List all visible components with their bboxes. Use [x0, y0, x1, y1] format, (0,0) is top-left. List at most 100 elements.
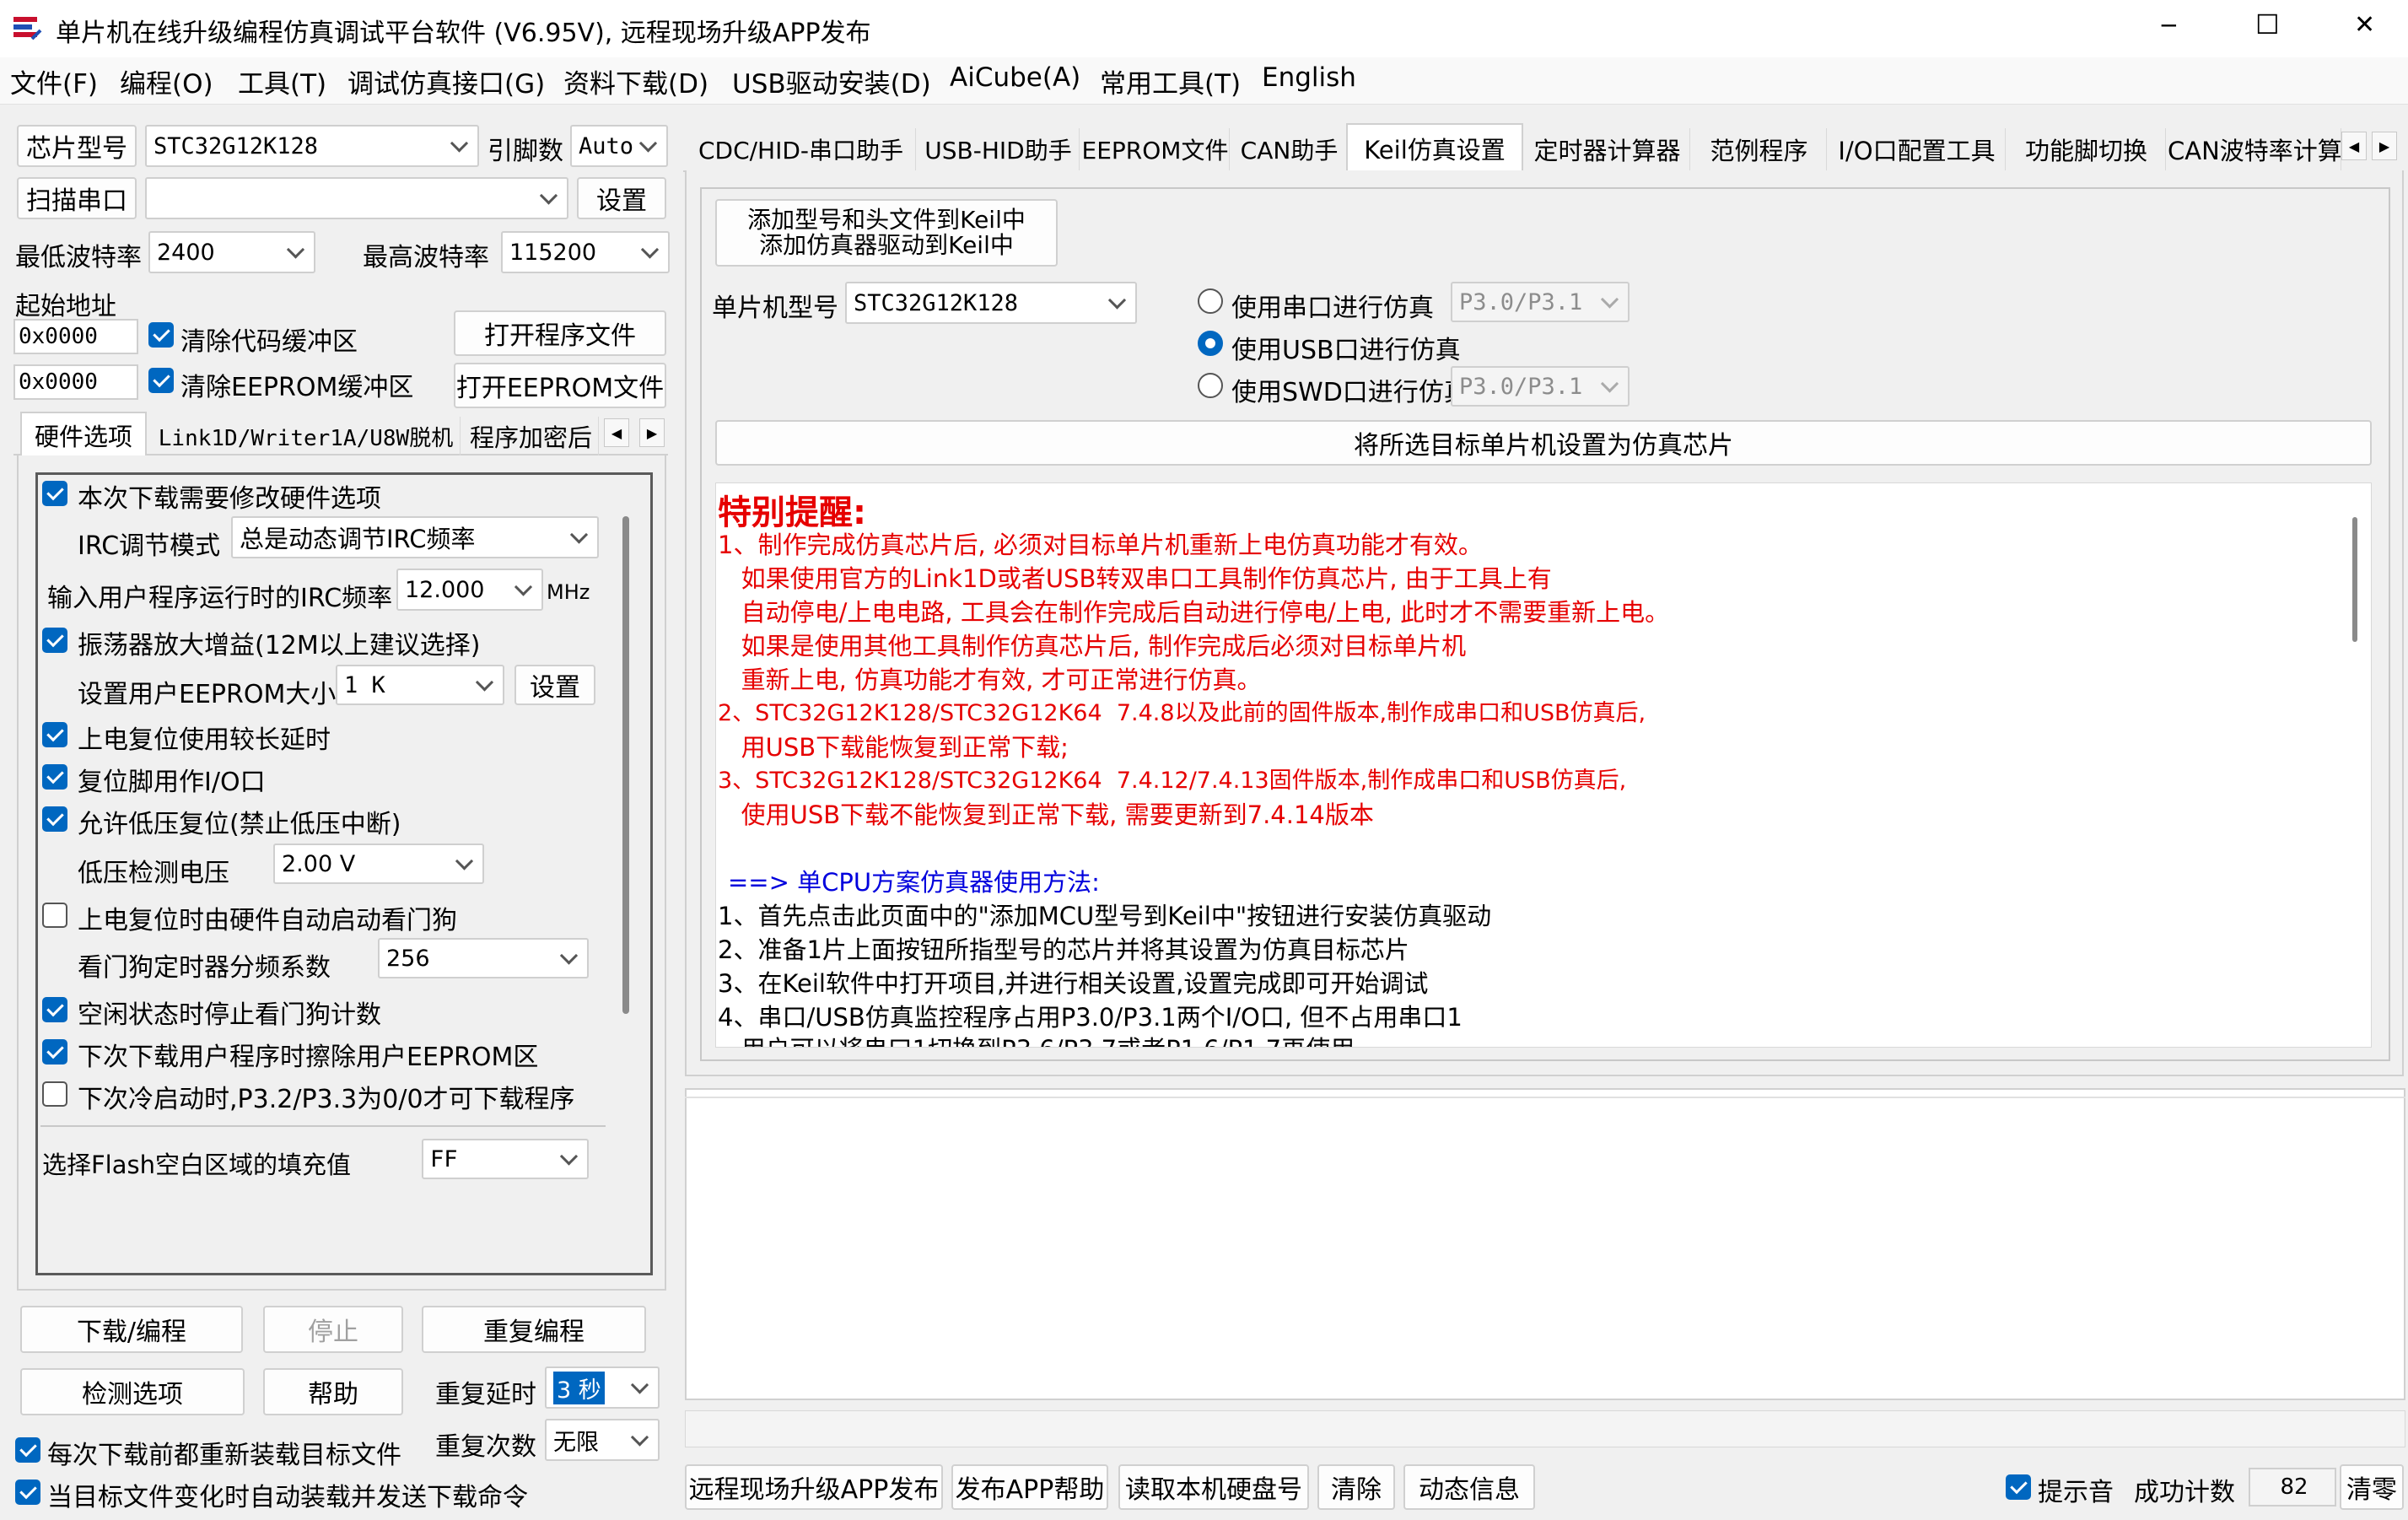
tab-can-helper[interactable]: CAN助手 — [1231, 128, 1348, 170]
eeprom-size-select[interactable]: 1 K — [336, 665, 504, 705]
max-baud-select[interactable]: 115200 — [501, 231, 670, 273]
sim-swd-port-select[interactable]: P3.0/P3.1 — [1451, 366, 1630, 407]
menu-debug[interactable]: 调试仿真接口(G) — [347, 62, 545, 100]
read-disk-id-button[interactable]: 读取本机硬盘号 — [1118, 1464, 1309, 1510]
pin-count-select[interactable]: Auto — [570, 125, 668, 167]
wdt-div-select[interactable]: 256 — [378, 938, 589, 978]
scan-port-button[interactable]: 扫描串口 — [17, 177, 137, 219]
port-select[interactable] — [145, 177, 568, 219]
notice-red-line: 3、STC32G12K128/STC32G12K64 7.4.12/7.4.13… — [718, 768, 1627, 794]
add-to-keil-button[interactable]: 添加型号和头文件到Keil中 添加仿真器驱动到Keil中 — [715, 199, 1058, 267]
eeprom-size-set-button[interactable]: 设置 — [514, 665, 595, 705]
remote-app-publish-button[interactable]: 远程现场升级APP发布 — [685, 1464, 943, 1510]
stop-button[interactable]: 停止 — [263, 1306, 403, 1353]
beep-checkbox[interactable] — [2006, 1474, 2031, 1500]
menu-aicube[interactable]: AiCube(A) — [950, 62, 1080, 93]
tab-scroll-right-icon[interactable]: ▶ — [639, 418, 665, 447]
hw-scrollbar[interactable] — [622, 516, 629, 1014]
wdt-idle-stop-checkbox[interactable] — [42, 997, 67, 1022]
sim-swd-label: 使用SWD口进行仿真 — [1231, 378, 1469, 407]
notice-black-line: 1、首先点击此页面中的"添加MCU型号到Keil中"按钮进行安装仿真驱动 — [718, 902, 1492, 930]
long-delay-checkbox[interactable] — [42, 722, 67, 747]
add-keil-line1: 添加型号和头文件到Keil中 — [747, 206, 1026, 234]
tab-program-encrypt[interactable]: 程序加密后 — [464, 417, 599, 455]
close-icon[interactable]: ✕ — [2354, 10, 2375, 40]
clear-eeprom-buffer-checkbox[interactable] — [148, 368, 174, 393]
tab-cdc-hid-serial[interactable]: CDC/HID-串口助手 — [687, 128, 916, 170]
mcu-model-select[interactable]: STC32G12K128 — [845, 282, 1137, 324]
modify-hw-checkbox[interactable] — [42, 481, 67, 506]
reprogram-button[interactable]: 重复编程 — [422, 1306, 646, 1353]
lvd-select[interactable]: 2.00 V — [273, 844, 484, 884]
tab-examples[interactable]: 范例程序 — [1692, 128, 1827, 170]
tab-can-baud[interactable]: CAN波特率计算 — [2168, 128, 2341, 170]
tab-usb-hid[interactable]: USB-HID助手 — [918, 128, 1080, 170]
right-tab-scroll-right-icon[interactable]: ▶ — [2372, 132, 2397, 160]
port-settings-button[interactable]: 设置 — [577, 177, 666, 219]
hw-divider — [40, 1125, 606, 1127]
osc-gain-checkbox[interactable] — [42, 628, 67, 653]
maximize-icon[interactable]: ☐ — [2255, 8, 2280, 40]
chevron-down-icon — [286, 240, 305, 259]
notice-scrollbar[interactable] — [2352, 517, 2357, 642]
minimize-icon[interactable]: ─ — [2162, 12, 2176, 40]
open-program-file-button[interactable]: 打开程序文件 — [454, 310, 666, 356]
tab-keil-sim[interactable]: Keil仿真设置 — [1346, 123, 1523, 172]
tab-pin-switch[interactable]: 功能脚切换 — [2007, 128, 2166, 170]
irc-freq-select[interactable]: 12.000 — [396, 569, 543, 611]
download-program-button[interactable]: 下载/编程 — [20, 1306, 243, 1353]
reload-before-checkbox[interactable] — [15, 1437, 40, 1463]
add-keil-line2: 添加仿真器驱动到Keil中 — [759, 231, 1014, 259]
notice-black-line: 2、准备1片上面按钮所指型号的芯片并将其设置为仿真目标芯片 — [718, 935, 1409, 964]
clear-code-buffer-checkbox[interactable] — [148, 322, 174, 348]
tab-link1d-offline[interactable]: Link1D/Writer1A/U8W脱机 — [152, 417, 461, 455]
repeat-delay-label: 重复延时 — [435, 1380, 536, 1410]
code-address-input[interactable]: 0x0000 — [13, 319, 138, 354]
menu-program[interactable]: 编程(O) — [120, 62, 213, 100]
check-options-button[interactable]: 检测选项 — [20, 1368, 245, 1415]
modify-hw-label: 本次下载需要修改硬件选项 — [78, 484, 381, 514]
right-tab-scroll-left-icon[interactable]: ◀ — [2341, 132, 2367, 160]
reset-count-button[interactable]: 清零 — [2340, 1464, 2404, 1510]
min-baud-select[interactable]: 2400 — [148, 231, 315, 273]
wdt-auto-checkbox[interactable] — [42, 903, 67, 928]
irc-mode-select[interactable]: 总是动态调节IRC频率 — [231, 516, 599, 558]
menu-download[interactable]: 资料下载(D) — [563, 62, 708, 100]
open-eeprom-file-button[interactable]: 打开EEPROM文件 — [454, 363, 666, 408]
tab-scroll-left-icon[interactable]: ◀ — [604, 418, 629, 447]
output-log[interactable] — [685, 1088, 2405, 1400]
menu-file[interactable]: 文件(F) — [10, 62, 98, 100]
clear-log-button[interactable]: 清除 — [1317, 1464, 1395, 1510]
chevron-down-icon — [630, 1376, 649, 1394]
sim-uart-radio[interactable] — [1198, 288, 1223, 314]
erase-eeprom-checkbox[interactable] — [42, 1039, 67, 1065]
min-baud-label: 最低波特率 — [15, 243, 142, 272]
lvr-checkbox[interactable] — [42, 806, 67, 832]
repeat-count-select[interactable]: 无限 — [545, 1419, 660, 1461]
eeprom-address-input[interactable]: 0x0000 — [13, 364, 138, 400]
repeat-delay-select[interactable]: 3 秒 — [545, 1366, 660, 1409]
menu-usb-driver[interactable]: USB驱动安装(D) — [732, 62, 931, 100]
chip-type-select[interactable]: STC32G12K128 — [145, 125, 479, 167]
help-button[interactable]: 帮助 — [263, 1368, 403, 1415]
menu-common-tools[interactable]: 常用工具(T) — [1100, 62, 1241, 100]
sim-swd-radio[interactable] — [1198, 373, 1223, 398]
tab-eeprom-file[interactable]: EEPROM文件 — [1081, 128, 1230, 170]
wdt-idle-stop-label: 空闲状态时停止看门狗计数 — [78, 1000, 381, 1030]
auto-reload-checkbox[interactable] — [15, 1480, 40, 1505]
tab-hardware-options[interactable]: 硬件选项 — [20, 412, 147, 457]
set-sim-chip-button[interactable]: 将所选目标单片机设置为仿真芯片 — [715, 420, 2372, 466]
sim-usb-radio[interactable] — [1198, 331, 1223, 356]
reload-before-label: 每次下载前都重新装载目标文件 — [47, 1441, 401, 1470]
menu-english[interactable]: English — [1262, 62, 1356, 93]
chip-type-button[interactable]: 芯片型号 — [17, 125, 137, 167]
tab-timer-calc[interactable]: 定时器计算器 — [1525, 128, 1690, 170]
dynamic-info-button[interactable]: 动态信息 — [1403, 1464, 1535, 1510]
menu-tools[interactable]: 工具(T) — [238, 62, 326, 100]
sim-uart-port-select[interactable]: P3.0/P3.1 — [1451, 282, 1630, 322]
flash-fill-select[interactable]: FF — [422, 1139, 589, 1179]
cold-boot-checkbox[interactable] — [42, 1081, 67, 1107]
tab-io-config[interactable]: I/O口配置工具 — [1829, 128, 2006, 170]
reset-io-checkbox[interactable] — [42, 764, 67, 790]
app-publish-help-button[interactable]: 发布APP帮助 — [951, 1464, 1108, 1510]
